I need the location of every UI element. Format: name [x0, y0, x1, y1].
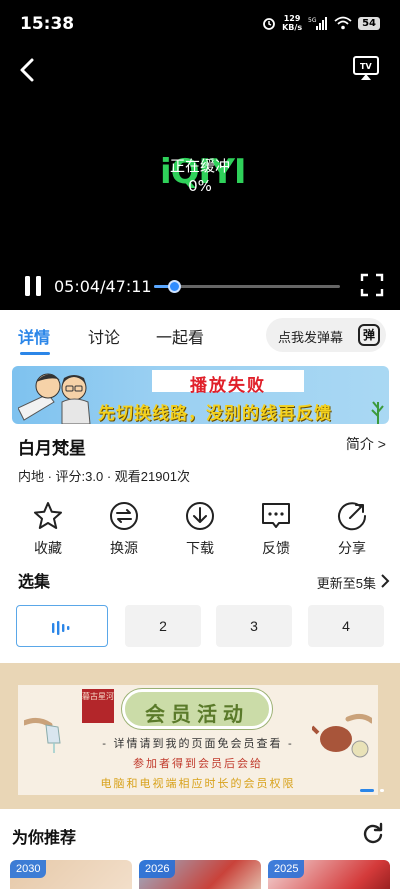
favorite-button[interactable]: 收藏	[18, 500, 78, 558]
recommend-year-badge: 2030	[10, 860, 47, 878]
signal-icon: 5G	[308, 17, 328, 30]
feedback-button[interactable]: 反馈	[246, 500, 306, 558]
svg-text:TV: TV	[360, 62, 372, 71]
buffering-percent: 0%	[188, 177, 212, 195]
fail-subtitle: 先切换线路，没别的线再反馈	[98, 404, 332, 423]
action-bar: 收藏 换源 下载 反馈 分享	[0, 500, 400, 562]
danmu-send-button[interactable]: 点我发弹幕 弹	[266, 318, 386, 352]
show-title: 白月梵星	[18, 439, 86, 458]
member-title: 会员活动	[145, 702, 249, 726]
download-icon	[186, 502, 214, 530]
feedback-icon	[262, 503, 290, 528]
teacup-icon	[312, 713, 372, 758]
buffering-indicator: 正在缓冲 0%	[0, 156, 400, 196]
recommend-card[interactable]: 2026	[139, 860, 261, 889]
detail-tabs: 详情 讨论 一起看 点我发弹幕 弹	[0, 310, 400, 360]
cast-tv-icon[interactable]: TV	[352, 54, 380, 82]
tab-discussion[interactable]: 讨论	[88, 324, 120, 348]
cartoon-characters-icon	[18, 373, 91, 424]
fail-title-box: 播放失败	[152, 370, 304, 395]
back-arrow-icon[interactable]	[14, 56, 42, 84]
svg-text:5G: 5G	[308, 17, 317, 24]
seal-stamp: 暮古星河	[82, 689, 114, 723]
recommend-year-badge: 2025	[268, 860, 305, 878]
player-controls: 05:04/47:11	[0, 270, 400, 302]
member-line-2: 参加者得到会员后会给	[133, 757, 263, 770]
pause-icon[interactable]	[22, 274, 44, 298]
tab-details[interactable]: 详情	[18, 324, 50, 348]
playing-bars-icon	[52, 621, 70, 636]
episode-playing[interactable]	[16, 605, 108, 647]
progress-knob[interactable]	[167, 280, 181, 293]
swap-icon	[110, 502, 138, 530]
status-bar: 15:38 129 KB/s 5G 54	[0, 0, 400, 48]
intro-link[interactable]: 简介 >	[346, 434, 386, 454]
battery-indicator: 54	[358, 16, 380, 30]
danmu-toggle-icon[interactable]: 弹	[358, 324, 380, 346]
switch-source-button[interactable]: 换源	[94, 500, 154, 558]
time-display: 05:04/47:11	[54, 277, 152, 296]
danmu-prompt: 点我发弹幕	[278, 330, 344, 345]
carousel-dot	[380, 789, 384, 792]
share-button[interactable]: 分享	[322, 500, 382, 558]
episode-item[interactable]: 4	[308, 605, 384, 647]
episodes-update-link[interactable]: 更新至5集	[317, 573, 376, 592]
grass-icon	[371, 401, 384, 424]
refresh-icon[interactable]	[362, 822, 384, 844]
feedback-label: 反馈	[262, 540, 290, 556]
wifi-icon	[334, 16, 352, 30]
favorite-label: 收藏	[34, 540, 62, 556]
tab-watch-together[interactable]: 一起看	[156, 324, 204, 348]
member-line-1: - 详情请到我的页面免会员查看 -	[102, 737, 294, 750]
fullscreen-icon[interactable]	[360, 273, 384, 297]
show-meta: 内地 · 评分:3.0 · 观看21901次	[18, 469, 190, 484]
download-button[interactable]: 下载	[170, 500, 230, 558]
tab-underline	[20, 352, 50, 355]
switch-source-label: 换源	[110, 540, 138, 556]
member-title-pill: 会员活动	[122, 689, 272, 729]
episode-item[interactable]: 3	[216, 605, 292, 647]
status-icons: 129 KB/s 5G 54	[262, 14, 380, 32]
star-icon	[34, 502, 62, 529]
share-icon	[338, 502, 367, 531]
episodes-title: 选集	[18, 574, 51, 591]
recommend-card[interactable]: 2030	[10, 860, 132, 889]
playback-failed-banner[interactable]: 播放失败 先切换线路，没别的线再反馈	[12, 366, 389, 424]
recommend-card[interactable]: 2025	[268, 860, 390, 889]
progress-slider[interactable]	[154, 280, 340, 293]
fail-title: 播放失败	[190, 376, 266, 395]
share-label: 分享	[338, 540, 366, 556]
buffering-text: 正在缓冲	[169, 157, 230, 175]
recommend-title: 为你推荐	[12, 830, 77, 847]
member-activity-banner[interactable]: 暮古星河 会员活动 - 详情请到我的页面免会员查看 - 参加者得到会员后会给 电…	[0, 663, 400, 809]
member-line-3: 电脑和电视端相应时长的会员权限	[100, 777, 296, 790]
member-banner-card: 暮古星河 会员活动 - 详情请到我的页面免会员查看 - 参加者得到会员后会给 电…	[18, 685, 378, 795]
alarm-icon	[263, 18, 275, 30]
status-time: 15:38	[20, 14, 75, 34]
video-player[interactable]: 15:38 129 KB/s 5G 54 TV iQIYI 正在缓冲 0% 05…	[0, 0, 400, 310]
recommend-year-badge: 2026	[139, 860, 176, 878]
episode-item[interactable]: 2	[125, 605, 201, 647]
net-speed: 129 KB/s	[282, 14, 303, 32]
download-label: 下载	[186, 540, 214, 556]
carousel-dot-active	[360, 789, 374, 792]
chevron-right-icon[interactable]	[380, 573, 390, 589]
